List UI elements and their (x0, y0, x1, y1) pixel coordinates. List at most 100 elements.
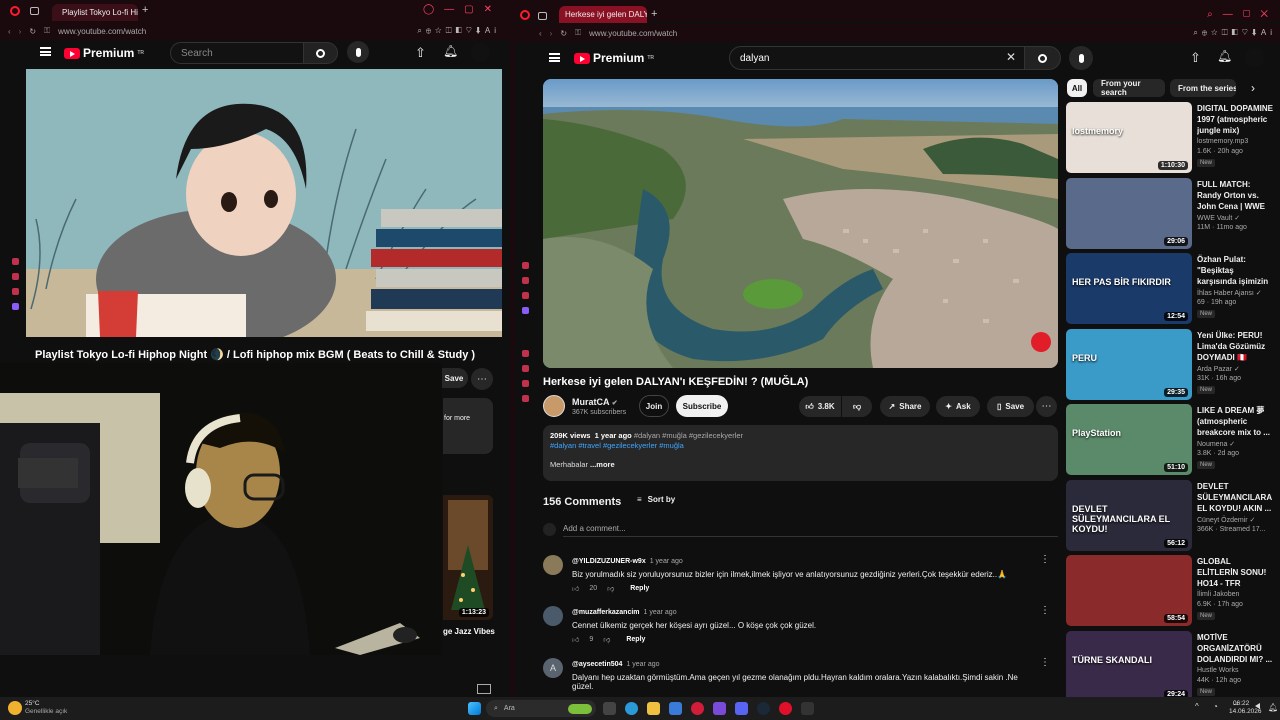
comment-author[interactable]: @YILDIZUZUNER-w9x (572, 558, 646, 565)
join-button[interactable]: Join (639, 395, 669, 417)
notification-bell-icon[interactable]: 🔔︎ (1268, 703, 1278, 712)
related-video-title[interactable]: Özhan Pulat: "Beşiktaş karşısında işimiz… (1197, 254, 1273, 287)
hashtags[interactable]: #dalyan #travel #gezilecekyerler #muğla (550, 441, 1051, 450)
related-video-channel[interactable]: WWE Vault ✓ (1197, 214, 1240, 222)
task-view-icon[interactable] (603, 702, 616, 715)
related-video-item[interactable]: TÜRNE SKANDALI 29:24 MOTİVE ORGANİZATÖRÜ… (1066, 630, 1276, 697)
related-video-channel[interactable]: Noumena ✓ (1197, 440, 1235, 448)
discord-icon[interactable] (735, 702, 748, 715)
new-tab-icon[interactable]: + (651, 8, 657, 20)
related-video-channel[interactable]: Cüneyt Özdemir ✓ (1197, 516, 1255, 524)
upload-icon[interactable]: ⇧ (1190, 50, 1201, 66)
app-icon[interactable] (713, 702, 726, 715)
weather-desc[interactable]: Genellikle açık (25, 708, 67, 715)
chip-from-your-search[interactable]: From your search (1093, 79, 1165, 97)
notifications-icon[interactable]: 🔔︎ (443, 44, 458, 58)
chip-all[interactable]: All (1067, 79, 1087, 97)
sidebar-app-icon[interactable] (11, 288, 19, 295)
sidebar-app-icon[interactable] (521, 380, 529, 387)
related-video-channel[interactable]: Arda Pazar ✓ (1197, 365, 1240, 373)
related-video-title[interactable]: DEVLET SÜLEYMANCILARA EL KOYDU! AKIN ... (1197, 481, 1273, 514)
comment-time[interactable]: 1 year ago (644, 609, 677, 616)
related-video-title[interactable]: DIGITAL DOPAMINE 1997 (atmospheric jungl… (1197, 103, 1273, 136)
new-tab-icon[interactable]: + (142, 4, 148, 16)
notifications-icon[interactable]: 🔔︎ (1217, 49, 1232, 63)
left-search-input[interactable]: Search (170, 42, 304, 64)
opera-gx-icon[interactable] (691, 702, 704, 715)
steam-icon[interactable] (757, 702, 770, 715)
weather-temp[interactable]: 25°C (25, 700, 40, 707)
comment-menu-icon[interactable]: ⋮ (1040, 657, 1050, 668)
related-video-title[interactable]: FULL MATCH: Randy Orton vs. John Cena | … (1197, 179, 1273, 212)
right-url-text[interactable]: www.youtube.com/watch (589, 29, 677, 38)
clear-search-icon[interactable]: ✕ (1006, 50, 1016, 64)
weather-icon[interactable] (8, 701, 22, 715)
comment-dislike-icon[interactable]: 👎︎ (607, 584, 614, 593)
sidebar-app-icon[interactable] (521, 395, 529, 402)
right-tab-active[interactable]: Herkese iyi gelen DALYAN (559, 6, 647, 23)
related-video-item[interactable]: 58:54 GLOBAL ELİTLERİN SONU! HO14 - TFR … (1066, 555, 1276, 627)
related-video-item[interactable]: DEVLET SÜLEYMANCILARA EL KOYDU! 56:12 DE… (1066, 479, 1276, 552)
extension-icons[interactable]: ⌕⊕☆◫◧♡⬇Ai (417, 26, 500, 36)
related-video-thumbnail[interactable]: PlayStation 51:10 (1066, 404, 1192, 475)
related-video-channel[interactable]: Hustle Works (1197, 667, 1239, 674)
sidebar-app-icon[interactable] (521, 262, 529, 269)
hashtags-top[interactable]: #dalyan #muğla #gezilecekyerler (634, 431, 743, 440)
description-box[interactable]: 209K views 1 year ago #dalyan #muğla #ge… (543, 425, 1058, 481)
comment-reply-button[interactable]: Reply (630, 585, 649, 592)
sidebar-app-icon[interactable] (11, 303, 19, 310)
opera-logo-icon[interactable] (10, 6, 20, 16)
tab-menu-icon[interactable] (30, 7, 39, 15)
save-button[interactable]: ▯ Save (987, 396, 1034, 417)
related-video-title[interactable]: LIKE A DREAM 夢 (atmospheric breakcore mi… (1197, 405, 1273, 438)
left-side-menu-icon[interactable] (477, 684, 491, 694)
comment-author[interactable]: @aysecetin504 (572, 661, 622, 668)
sidebar-app-icon[interactable] (521, 307, 529, 314)
main-video-player[interactable] (543, 79, 1058, 368)
related-video-title[interactable]: GLOBAL ELİTLERİN SONU! HO14 - TFR (1197, 556, 1273, 589)
related-video-channel[interactable]: İlimli Jakoben (1197, 591, 1239, 598)
sidebar-app-icon[interactable] (11, 258, 19, 265)
opera-logo-icon[interactable] (520, 10, 530, 20)
reload-icon[interactable]: ↻ (29, 27, 36, 36)
voice-search-button[interactable] (1069, 46, 1093, 70)
chips-next-icon[interactable]: › (1251, 81, 1255, 95)
left-side-thumb[interactable]: 1:13:23 (443, 495, 493, 620)
opera-icon[interactable] (779, 702, 792, 715)
related-video-thumbnail[interactable]: HER PAS BİR FIKIRDIR 12:54 (1066, 253, 1192, 324)
related-video-thumbnail[interactable]: lostmemory 1:10:30 (1066, 102, 1192, 173)
add-comment-input[interactable]: Add a comment... (563, 524, 1058, 537)
youtube-premium-logo[interactable]: Premium TR (64, 46, 144, 60)
clock-time[interactable]: 06:22 (1233, 700, 1249, 707)
left-search-button[interactable] (304, 42, 338, 64)
sidebar-app-icon[interactable] (521, 365, 529, 372)
comment-avatar[interactable]: A (543, 658, 563, 678)
ask-button[interactable]: ✦ Ask (936, 396, 980, 417)
comment-time[interactable]: 1 year ago (650, 558, 683, 565)
like-button[interactable]: 👍︎ 3.8K (799, 396, 841, 417)
related-video-thumbnail[interactable]: 58:54 (1066, 555, 1192, 626)
avatar[interactable] (471, 43, 490, 62)
dislike-button[interactable]: 👎︎ (842, 396, 872, 417)
app-icon[interactable] (801, 702, 814, 715)
sidebar-app-icon[interactable] (521, 277, 529, 284)
sidebar-app-icon[interactable] (521, 292, 529, 299)
start-icon[interactable] (468, 702, 481, 715)
more-actions-button[interactable]: ⋯ (1036, 396, 1057, 417)
left-url-text[interactable]: www.youtube.com/watch (58, 27, 146, 36)
related-video-thumbnail[interactable]: DEVLET SÜLEYMANCILARA EL KOYDU! 56:12 (1066, 479, 1192, 551)
sidebar-app-icon[interactable] (521, 350, 529, 357)
reload-icon[interactable]: ↻ (560, 29, 567, 38)
sort-by-button[interactable]: ≡ Sort by (637, 495, 675, 504)
related-video-title[interactable]: Yeni Ülke: PERU! Lima'da Gözümüz DOYMADI… (1197, 330, 1273, 363)
share-button[interactable]: ↗ Share (880, 396, 930, 417)
comment-author[interactable]: @muzafferkazancim (572, 609, 640, 616)
related-video-item[interactable]: PERU 29:35 Yeni Ülke: PERU! Lima'da Gözü… (1066, 328, 1276, 401)
comment-like-icon[interactable]: 👍︎ (572, 635, 579, 644)
left-tab-active[interactable]: Playlist Tokyo Lo-fi Hip (52, 4, 138, 21)
right-search-button[interactable] (1025, 46, 1061, 70)
clock-date[interactable]: 14.06.2026 (1229, 708, 1262, 715)
related-video-thumbnail[interactable]: TÜRNE SKANDALI 29:24 (1066, 630, 1192, 697)
related-video-item[interactable]: 29:06 FULL MATCH: Randy Orton vs. John C… (1066, 177, 1276, 250)
youtube-premium-logo[interactable]: Premium TR (574, 51, 654, 65)
